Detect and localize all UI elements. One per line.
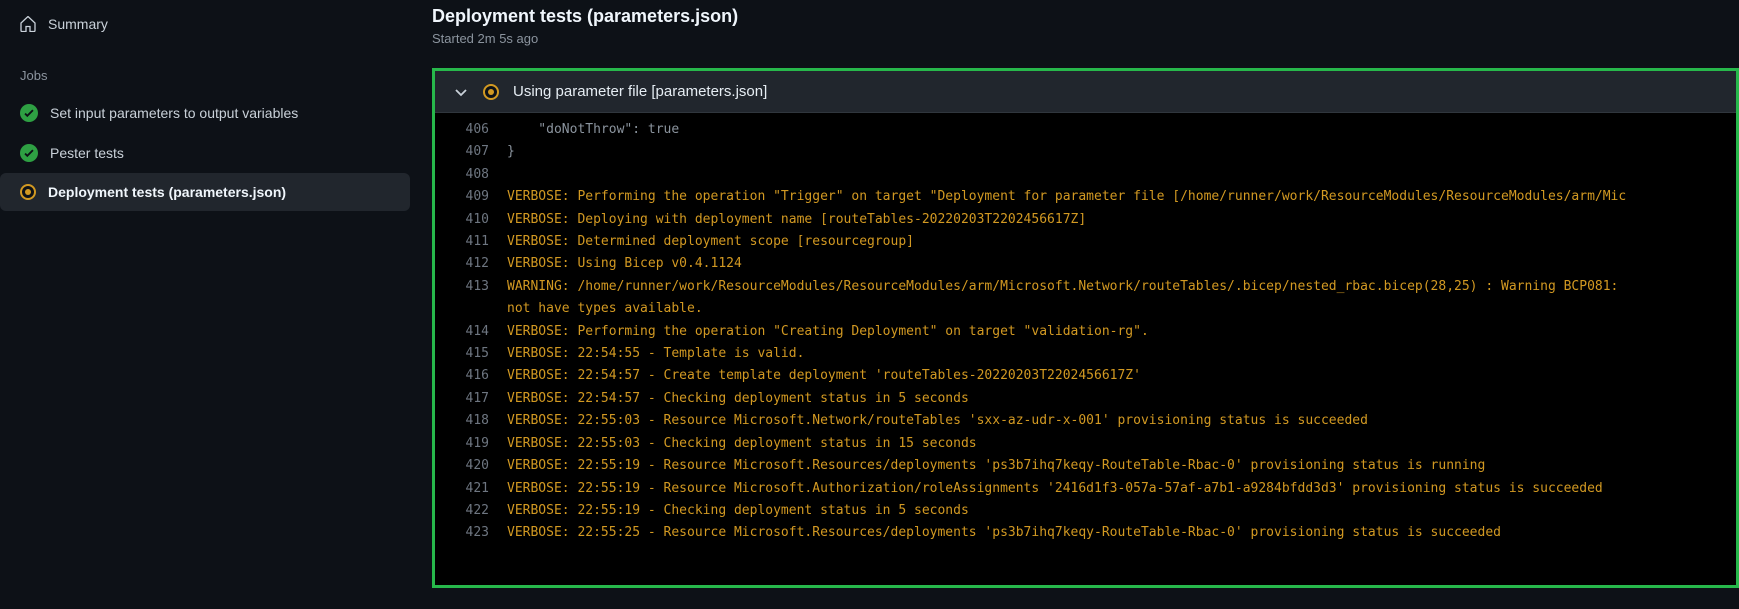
line-number	[435, 298, 507, 320]
line-number: 410	[435, 209, 507, 231]
line-text: VERBOSE: Performing the operation "Creat…	[507, 321, 1736, 343]
chevron-down-icon	[453, 84, 469, 100]
line-text: VERBOSE: Determined deployment scope [re…	[507, 231, 1736, 253]
line-text: VERBOSE: 22:55:03 - Checking deployment …	[507, 433, 1736, 455]
log-line: 409VERBOSE: Performing the operation "Tr…	[435, 186, 1736, 208]
log-line: 418VERBOSE: 22:55:03 - Resource Microsof…	[435, 410, 1736, 432]
line-number: 413	[435, 276, 507, 298]
log-line: 423VERBOSE: 22:55:25 - Resource Microsof…	[435, 522, 1736, 544]
job-item[interactable]: Deployment tests (parameters.json)	[0, 173, 410, 211]
line-text: VERBOSE: 22:54:55 - Template is valid.	[507, 343, 1736, 365]
log-panel: Using parameter file [parameters.json] 4…	[432, 68, 1739, 588]
line-number: 412	[435, 253, 507, 275]
log-line: 419VERBOSE: 22:55:03 - Checking deployme…	[435, 433, 1736, 455]
log-line: 407}	[435, 141, 1736, 163]
check-circle-icon	[20, 144, 38, 162]
log-line: 417VERBOSE: 22:54:57 - Checking deployme…	[435, 388, 1736, 410]
log-line: 414VERBOSE: Performing the operation "Cr…	[435, 321, 1736, 343]
log-line: 410VERBOSE: Deploying with deployment na…	[435, 209, 1736, 231]
line-text: not have types available.	[507, 298, 1736, 320]
progress-icon	[483, 84, 499, 100]
log-body[interactable]: 406 "doNotThrow": true407}408409VERBOSE:…	[435, 113, 1736, 551]
log-line: not have types available.	[435, 298, 1736, 320]
sidebar: Summary Jobs Set input parameters to out…	[0, 0, 410, 609]
line-number: 409	[435, 186, 507, 208]
line-text: VERBOSE: 22:54:57 - Create template depl…	[507, 365, 1736, 387]
line-text: VERBOSE: 22:55:19 - Checking deployment …	[507, 500, 1736, 522]
log-line: 411VERBOSE: Determined deployment scope …	[435, 231, 1736, 253]
log-line: 422VERBOSE: 22:55:19 - Checking deployme…	[435, 500, 1736, 522]
line-text: VERBOSE: Using Bicep v0.4.1124	[507, 253, 1736, 275]
line-number: 417	[435, 388, 507, 410]
summary-label: Summary	[48, 16, 108, 32]
line-number: 408	[435, 164, 507, 186]
home-icon	[20, 16, 36, 32]
log-line: 421VERBOSE: 22:55:19 - Resource Microsof…	[435, 478, 1736, 500]
log-line: 416VERBOSE: 22:54:57 - Create template d…	[435, 365, 1736, 387]
line-number: 411	[435, 231, 507, 253]
jobs-heading: Jobs	[0, 40, 410, 93]
line-number: 418	[435, 410, 507, 432]
line-number: 422	[435, 500, 507, 522]
line-text: WARNING: /home/runner/work/ResourceModul…	[507, 276, 1736, 298]
line-text: VERBOSE: 22:55:25 - Resource Microsoft.R…	[507, 522, 1736, 544]
line-number: 419	[435, 433, 507, 455]
log-line: 415VERBOSE: 22:54:55 - Template is valid…	[435, 343, 1736, 365]
line-text: "doNotThrow": true	[507, 119, 1736, 141]
line-text: VERBOSE: 22:55:19 - Resource Microsoft.A…	[507, 478, 1736, 500]
job-label: Deployment tests (parameters.json)	[48, 184, 286, 200]
log-line: 420VERBOSE: 22:55:19 - Resource Microsof…	[435, 455, 1736, 477]
log-line: 408	[435, 164, 1736, 186]
page-title: Deployment tests (parameters.json)	[432, 6, 1739, 27]
line-text: VERBOSE: 22:55:19 - Resource Microsoft.R…	[507, 455, 1736, 477]
line-text: }	[507, 141, 1736, 163]
line-number: 421	[435, 478, 507, 500]
log-line: 412VERBOSE: Using Bicep v0.4.1124	[435, 253, 1736, 275]
line-number: 407	[435, 141, 507, 163]
job-label: Set input parameters to output variables	[50, 105, 298, 121]
page-subtitle: Started 2m 5s ago	[432, 31, 1739, 46]
line-text: VERBOSE: Deploying with deployment name …	[507, 209, 1736, 231]
line-number: 423	[435, 522, 507, 544]
job-label: Pester tests	[50, 145, 124, 161]
progress-icon	[20, 184, 36, 200]
log-line: 413WARNING: /home/runner/work/ResourceMo…	[435, 276, 1736, 298]
line-text: VERBOSE: Performing the operation "Trigg…	[507, 186, 1736, 208]
line-number: 406	[435, 119, 507, 141]
line-number: 414	[435, 321, 507, 343]
line-text	[507, 164, 1736, 186]
summary-link[interactable]: Summary	[0, 8, 410, 40]
log-line: 406 "doNotThrow": true	[435, 119, 1736, 141]
main-panel: Deployment tests (parameters.json) Start…	[410, 0, 1739, 609]
job-item[interactable]: Pester tests	[0, 133, 410, 173]
step-title: Using parameter file [parameters.json]	[513, 83, 767, 100]
check-circle-icon	[20, 104, 38, 122]
line-number: 416	[435, 365, 507, 387]
job-item[interactable]: Set input parameters to output variables	[0, 93, 410, 133]
step-header[interactable]: Using parameter file [parameters.json]	[435, 71, 1736, 113]
line-text: VERBOSE: 22:54:57 - Checking deployment …	[507, 388, 1736, 410]
line-text: VERBOSE: 22:55:03 - Resource Microsoft.N…	[507, 410, 1736, 432]
line-number: 415	[435, 343, 507, 365]
line-number: 420	[435, 455, 507, 477]
